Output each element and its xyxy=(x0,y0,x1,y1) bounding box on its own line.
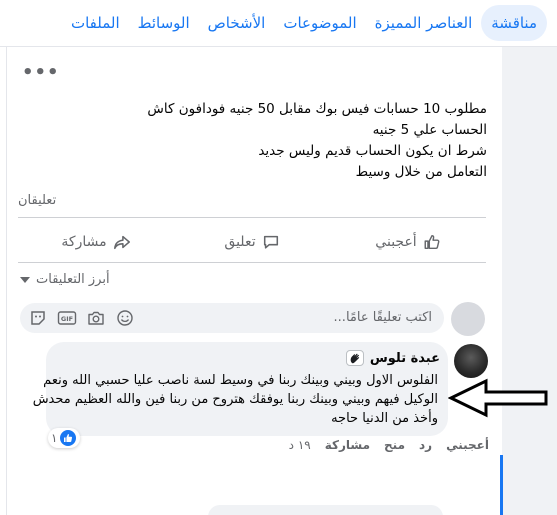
thumbs-up-icon xyxy=(424,234,440,250)
comment-actions: أعجبني رد منح مشاركة ١٩ د xyxy=(289,438,489,452)
post-line: الحساب علي 5 جنيه xyxy=(372,122,487,138)
comments-count[interactable]: تعليقان xyxy=(18,193,56,208)
reaction-count: ١ xyxy=(51,431,58,445)
reaction-count-badge[interactable]: ١ xyxy=(48,428,81,448)
post-body: مطلوب 10 حسابات فيس بوك مقابل 50 جنيه فو… xyxy=(67,99,487,183)
post-actions: مشاركة تعليق أعجبني xyxy=(18,227,486,257)
speech-bubble-icon xyxy=(263,235,278,249)
comment-timestamp[interactable]: ١٩ د xyxy=(289,438,311,452)
like-reaction-icon xyxy=(60,430,77,446)
next-comment-bubble xyxy=(208,505,443,515)
like-label: أعجبني xyxy=(375,234,417,250)
comment-share-button[interactable]: مشاركة xyxy=(325,438,370,452)
gif-icon[interactable]: GIF xyxy=(57,308,77,328)
comment-composer[interactable]: اكتب تعليقًا عامًا... GIF xyxy=(20,303,444,333)
post-line: التعامل من خلال وسيط xyxy=(355,164,487,180)
comment-bubble: عبدة تلوس الفلوس الاول وبيني وبينك ربنا … xyxy=(32,342,448,436)
tab-discussion[interactable]: مناقشة xyxy=(481,5,547,41)
comment-line: الوكيل فيهم وبيني وبينك ربنا يوفقك هتروح… xyxy=(32,392,438,407)
sticker-icon[interactable] xyxy=(28,308,48,328)
like-button[interactable]: أعجبني xyxy=(330,227,486,257)
comment-button[interactable]: تعليق xyxy=(174,227,330,257)
post-line: شرط ان يكون الحساب قديم وليس جديد xyxy=(258,143,487,159)
comment-gift-button[interactable]: منح xyxy=(384,438,405,452)
composer-placeholder: اكتب تعليقًا عامًا... xyxy=(333,310,432,325)
comment-label: تعليق xyxy=(224,234,256,250)
tab-topics[interactable]: الموضوعات xyxy=(274,5,365,41)
comment-line: وأخذ من الدنيا حاجه xyxy=(331,411,438,426)
share-label: مشاركة xyxy=(61,234,107,250)
more-dots-icon[interactable]: ••• xyxy=(22,62,60,83)
chevron-down-icon xyxy=(20,276,30,283)
comment-author[interactable]: عبدة تلوس xyxy=(345,350,440,366)
comment-sort-dropdown[interactable]: أبرز التعليقات xyxy=(20,272,110,287)
sort-label: أبرز التعليقات xyxy=(36,272,110,287)
tab-featured[interactable]: العناصر المميزة xyxy=(366,5,482,41)
tab-files[interactable]: الملفات xyxy=(62,5,129,41)
comment-author-avatar[interactable] xyxy=(454,344,488,378)
comment-line: الفلوس الاول وبيني وبينك ربنا في وسيط لس… xyxy=(43,373,438,388)
divider xyxy=(18,217,486,218)
comment-like-button[interactable]: أعجبني xyxy=(446,438,489,452)
comment-text: الفلوس الاول وبيني وبينك ربنا في وسيط لس… xyxy=(32,371,438,428)
comment-reply-button[interactable]: رد xyxy=(419,438,432,452)
composer-tools: GIF xyxy=(28,308,135,328)
emoji-icon[interactable] xyxy=(115,308,135,328)
camera-icon[interactable] xyxy=(86,308,106,328)
share-button[interactable]: مشاركة xyxy=(18,227,174,257)
group-tab-bar: مناقشة العناصر المميزة الموضوعات الأشخاص… xyxy=(0,0,557,47)
svg-text:GIF: GIF xyxy=(61,315,73,323)
left-arrow-annotation xyxy=(448,378,548,418)
divider xyxy=(18,262,486,263)
post-line: مطلوب 10 حسابات فيس بوك مقابل 50 جنيه فو… xyxy=(147,101,487,117)
tab-people[interactable]: الأشخاص xyxy=(199,5,275,41)
right-panel-background xyxy=(502,47,557,515)
tab-media[interactable]: الوسائط xyxy=(129,5,199,41)
share-arrow-icon xyxy=(113,235,130,250)
avatar[interactable] xyxy=(451,302,485,336)
wave-badge-icon xyxy=(345,350,364,366)
scrollbar-thumb[interactable] xyxy=(500,455,503,515)
author-name: عبدة تلوس xyxy=(369,350,440,366)
